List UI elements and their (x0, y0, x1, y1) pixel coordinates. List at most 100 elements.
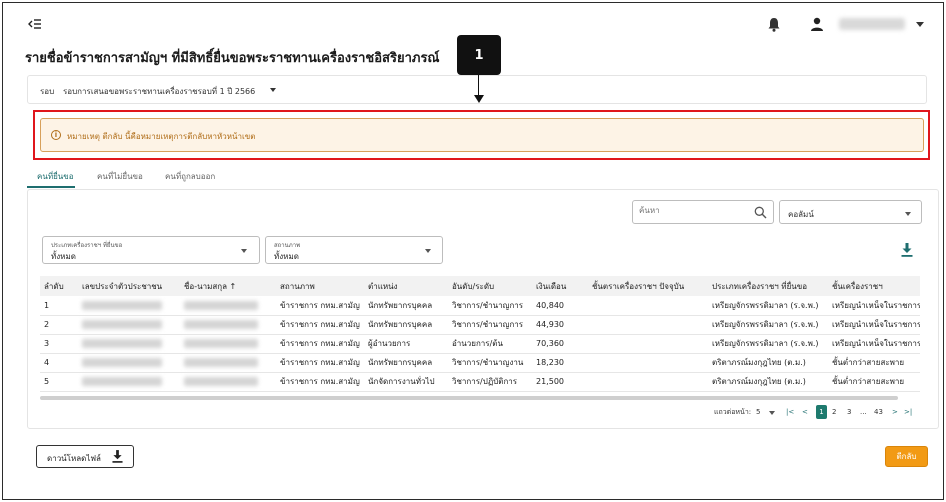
cell-status: ข้าราชการ กทม.สามัญ (276, 315, 364, 335)
collapse-menu-icon[interactable] (27, 16, 43, 32)
cell-current-decoration (588, 334, 708, 354)
cell-citizen-id-redacted (78, 334, 180, 354)
download-file-label: ดาวน์โหลดไฟล์ (47, 454, 101, 463)
cell-position: นักทรัพยากรบุคคล (364, 296, 448, 316)
cell-status: ข้าราชการ กทม.สามัญ (276, 372, 364, 392)
cell-status: ข้าราชการ กทม.สามัญ (276, 334, 364, 354)
download-icon (112, 450, 123, 463)
download-file-button[interactable]: ดาวน์โหลดไฟล์ (36, 445, 134, 468)
table-row[interactable]: 1 ข้าราชการ กทม.สามัญ นักทรัพยากรบุคคล ว… (40, 296, 920, 316)
table-row[interactable]: 3 ข้าราชการ กทม.สามัญ ผู้อำนวยการ อำนวยก… (40, 334, 920, 354)
cell-order: 3 (40, 334, 78, 354)
cell-name-redacted (180, 296, 276, 316)
cell-level: วิชาการ/ชำนาญการ (448, 296, 532, 316)
cell-citizen-id-redacted (78, 372, 180, 392)
chevron-down-icon[interactable] (425, 249, 431, 253)
col-header-position[interactable]: ตำแหน่ง (364, 276, 448, 296)
annotation-callout-line (478, 75, 479, 97)
cell-status: ข้าราชการ กทม.สามัญ (276, 296, 364, 316)
col-header-current-decoration[interactable]: ชั้นตราเครื่องราชฯ ปัจจุบัน (588, 276, 708, 296)
info-icon: i (51, 130, 61, 140)
cell-position: ผู้อำนวยการ (364, 334, 448, 354)
search-icon[interactable] (754, 206, 767, 219)
tab-not-submitted[interactable]: คนที่ไม่ยื่นขอ (97, 168, 143, 189)
cell-level: อำนวยการ/ต้น (448, 334, 532, 354)
column-select-label: คอลัมน์ (788, 210, 814, 219)
page-button-43[interactable]: 43 (874, 405, 883, 419)
results-table: ลำดับ เลขประจำตัวประชาชน ชื่อ-นามสกุล ↑ … (40, 276, 920, 396)
annotation-arrow-icon (474, 95, 484, 103)
column-select[interactable]: คอลัมน์ (779, 200, 922, 224)
table-row[interactable]: 5 ข้าราชการ กทม.สามัญ นักจัดการงานทั่วไป… (40, 372, 920, 392)
cell-position: นักทรัพยากรบุคคล (364, 315, 448, 335)
filter-decoration-type[interactable]: ประเภทเครื่องราชฯ ที่ยื่นขอ ทั้งหมด (42, 236, 260, 264)
col-header-citizen-id[interactable]: เลขประจำตัวประชาชน (78, 276, 180, 296)
col-header-requested-type[interactable]: ประเภทเครื่องราชฯ ที่ยื่นขอ (708, 276, 828, 296)
col-header-level[interactable]: อันดับ/ระดับ (448, 276, 532, 296)
cell-decoration-class: ชั้นต่ำกว่าสายสะพาย (828, 353, 920, 373)
col-header-decoration-class[interactable]: ชั้นเครื่องราชฯ (828, 276, 920, 296)
results-card: คอลัมน์ ประเภทเครื่องราชฯ ที่ยื่นขอ ทั้ง… (27, 189, 939, 429)
table-row[interactable]: 4 ข้าราชการ กทม.สามัญ นักทรัพยากรบุคคล ว… (40, 353, 920, 373)
active-tab-indicator (27, 186, 75, 188)
first-page-button[interactable]: |< (786, 405, 794, 419)
annotation-callout-marker: 1 (457, 35, 501, 75)
chevron-down-icon[interactable] (769, 411, 775, 415)
cell-current-decoration (588, 353, 708, 373)
cell-level: วิชาการ/ปฏิบัติการ (448, 372, 532, 392)
cell-level: วิชาการ/ชำนาญงาน (448, 353, 532, 373)
cell-status: ข้าราชการ กทม.สามัญ (276, 353, 364, 373)
page-button-3[interactable]: 3 (847, 405, 851, 419)
note-text: หมายเหตุ ตีกลับ นี้คือหมายเหตุการตีกลับห… (67, 132, 256, 141)
cell-salary: 44,930 (532, 315, 588, 335)
note-alert: i หมายเหตุ ตีกลับ นี้คือหมายเหตุการตีกลั… (40, 118, 924, 152)
round-value[interactable]: รอบการเสนอขอพระราชทานเครื่องราชรอบที่ 1 … (63, 85, 255, 98)
cell-order: 4 (40, 353, 78, 373)
tab-removed[interactable]: คนที่ถูกลบออก (165, 168, 215, 189)
cell-order: 5 (40, 372, 78, 392)
col-header-full-name[interactable]: ชื่อ-นามสกุล ↑ (180, 276, 276, 296)
table-row[interactable]: 2 ข้าราชการ กทม.สามัญ นักทรัพยากรบุคคล ว… (40, 315, 920, 335)
filter-decoration-type-value: ทั้งหมด (51, 252, 76, 261)
cell-level: วิชาการ/ชำนาญการ (448, 315, 532, 335)
horizontal-scrollbar[interactable] (40, 396, 898, 400)
page-button-1[interactable]: 1 (816, 405, 827, 419)
return-button[interactable]: ตีกลับ (885, 446, 928, 467)
cell-requested-type: เหรียญจักรพรรดิมาลา (ร.จ.พ.) (708, 296, 828, 316)
download-icon[interactable] (901, 243, 913, 257)
filter-status-label: สถานภาพ (274, 242, 301, 249)
page-ellipsis: ... (860, 408, 867, 416)
cell-decoration-class: เหรียญนำเหน็จในราชการ (828, 296, 920, 316)
filter-decoration-type-label: ประเภทเครื่องราชฯ ที่ยื่นขอ (51, 242, 123, 249)
cell-decoration-class: เหรียญนำเหน็จในราชการ (828, 334, 920, 354)
rows-per-page-value[interactable]: 5 (756, 405, 760, 419)
col-header-order[interactable]: ลำดับ (40, 276, 78, 296)
cell-position: นักจัดการงานทั่วไป (364, 372, 448, 392)
col-header-status[interactable]: สถานภาพ (276, 276, 364, 296)
bell-icon[interactable] (767, 17, 781, 32)
cell-name-redacted (180, 372, 276, 392)
cell-requested-type: ตริตาภรณ์มงกุฎไทย (ต.ม.) (708, 353, 828, 373)
filter-status[interactable]: สถานภาพ ทั้งหมด (265, 236, 443, 264)
prev-page-button[interactable]: < (802, 405, 808, 419)
chevron-down-icon[interactable] (270, 88, 276, 92)
cell-salary: 70,360 (532, 334, 588, 354)
page-button-2[interactable]: 2 (832, 405, 836, 419)
chevron-down-icon[interactable] (905, 212, 911, 216)
last-page-button[interactable]: >| (904, 405, 912, 419)
col-header-salary[interactable]: เงินเดือน (532, 276, 588, 296)
next-page-button[interactable]: > (892, 405, 898, 419)
search-field[interactable] (632, 200, 774, 224)
cell-order: 2 (40, 315, 78, 335)
cell-decoration-class: ชั้นต่ำกว่าสายสะพาย (828, 372, 920, 392)
user-avatar-icon[interactable] (809, 16, 825, 32)
filter-status-value: ทั้งหมด (274, 252, 299, 261)
cell-order: 1 (40, 296, 78, 316)
table-header-row: ลำดับ เลขประจำตัวประชาชน ชื่อ-นามสกุล ↑ … (40, 276, 920, 296)
user-menu-caret-icon[interactable] (916, 22, 924, 27)
rows-per-page-label: แถวต่อหน้า: (714, 408, 752, 416)
app-window: รายชื่อข้าราชการสามัญฯ ที่มีสิทธิ์ยื่นขอ… (2, 2, 944, 500)
user-name-redacted[interactable] (839, 18, 905, 30)
chevron-down-icon[interactable] (241, 249, 247, 253)
search-input[interactable] (639, 206, 749, 215)
